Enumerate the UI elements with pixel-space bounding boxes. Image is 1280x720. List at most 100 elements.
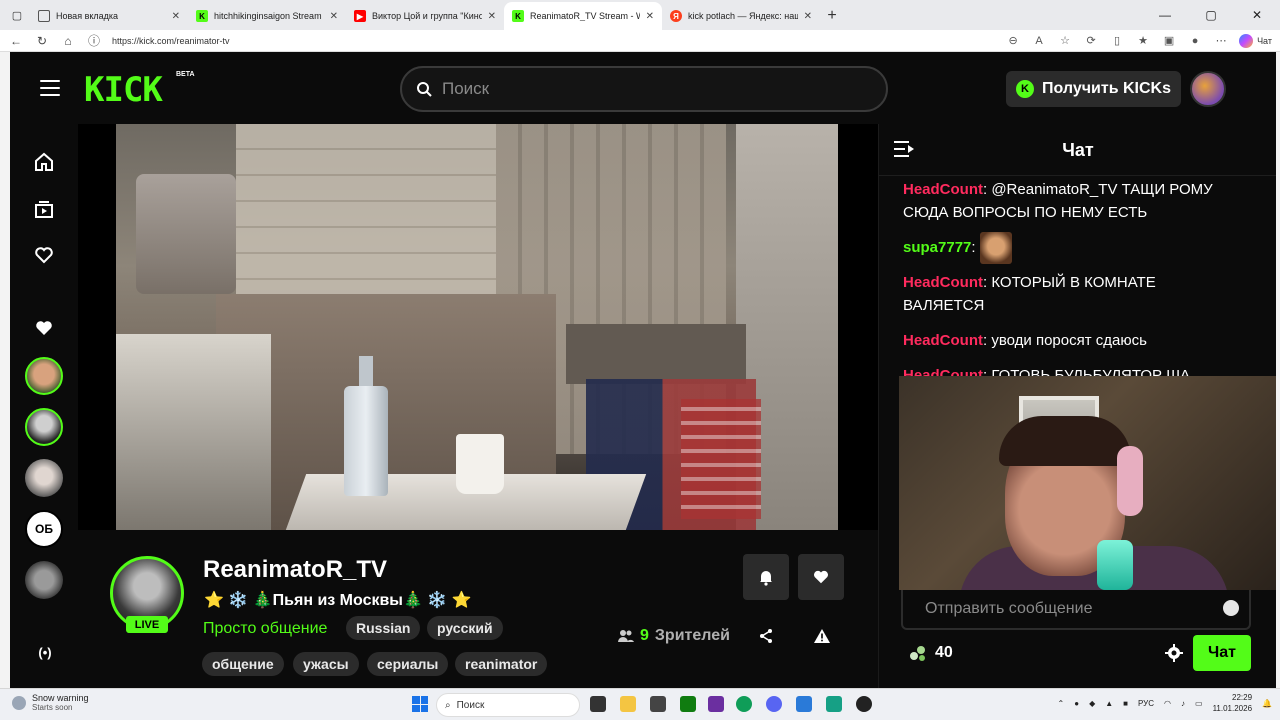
- taskbar-search-label: Поиск: [456, 699, 485, 711]
- back-icon[interactable]: ←: [8, 34, 24, 48]
- get-kicks-label: Получить KICKs: [1042, 80, 1171, 97]
- split-screen-icon[interactable]: ▯: [1109, 34, 1125, 47]
- zoom-icon[interactable]: ⊖: [1005, 34, 1021, 47]
- close-icon[interactable]: ✕: [172, 11, 180, 22]
- copilot-button[interactable]: Чат: [1239, 33, 1272, 48]
- search-input[interactable]: [442, 79, 842, 99]
- close-icon[interactable]: ✕: [804, 11, 812, 22]
- stream-video[interactable]: [116, 124, 838, 530]
- home-icon[interactable]: ⌂: [60, 34, 76, 48]
- home-icon[interactable]: [34, 152, 54, 172]
- favorite-icon[interactable]: ☆: [1057, 34, 1073, 47]
- url-field[interactable]: https://kick.com/reanimator-tv: [112, 36, 995, 46]
- notifications-icon[interactable]: 🔔: [1262, 699, 1272, 708]
- profile-icon[interactable]: ●: [1187, 35, 1203, 47]
- menu-icon[interactable]: [40, 80, 60, 96]
- send-chat-button[interactable]: Чат: [1193, 635, 1251, 671]
- battery-icon[interactable]: ▭: [1195, 699, 1203, 708]
- read-aloud-icon[interactable]: A: [1031, 35, 1047, 47]
- video-scene: [344, 386, 388, 496]
- tag-chip[interactable]: общение: [202, 652, 284, 676]
- store-icon[interactable]: [650, 696, 666, 712]
- following-icon[interactable]: [34, 245, 54, 265]
- browser-tab-4[interactable]: K ReanimatoR_TV Stream - Watch L ✕: [504, 2, 662, 30]
- report-icon[interactable]: [812, 626, 832, 646]
- language-indicator[interactable]: РУС: [1138, 699, 1154, 708]
- app-icon[interactable]: [796, 696, 812, 712]
- follow-button[interactable]: [798, 554, 844, 600]
- favorites-icon[interactable]: ★: [1135, 34, 1151, 47]
- tray-app-icon[interactable]: ■: [1123, 699, 1128, 708]
- video-player[interactable]: [78, 124, 878, 530]
- chat-panel: Чат HeadCount: @ReanimatoR_TV ТАЩИ РОМУ …: [878, 124, 1276, 688]
- channel-points[interactable]: 40: [909, 644, 953, 662]
- chat-username[interactable]: supa7777: [903, 239, 971, 256]
- followed-channel-avatar[interactable]: [25, 408, 63, 446]
- notifications-button[interactable]: [743, 554, 789, 600]
- browser-tab-2[interactable]: K hitchhikinginsaigon Stream - Wat ✕: [188, 2, 346, 30]
- tag-chip[interactable]: ужасы: [293, 652, 359, 676]
- close-window-button[interactable]: ✕: [1234, 0, 1280, 30]
- live-channels-icon[interactable]: (•): [32, 645, 58, 660]
- share-icon[interactable]: [756, 626, 776, 646]
- browser-tab-bar: Новая вкладка ✕ K hitchhikinginsaigon St…: [0, 0, 1280, 30]
- tag-chip[interactable]: сериалы: [367, 652, 449, 676]
- chat-username[interactable]: HeadCount: [903, 181, 983, 198]
- task-view-icon[interactable]: [590, 696, 606, 712]
- get-kicks-button[interactable]: K Получить KICKs: [1006, 71, 1181, 107]
- chat-input-box[interactable]: [901, 590, 1251, 630]
- clock-date: 11.01.2026: [1212, 704, 1253, 713]
- kick-logo[interactable]: KICK: [84, 70, 163, 110]
- xbox-icon[interactable]: [680, 696, 696, 712]
- tab-actions-icon[interactable]: ▢: [8, 6, 26, 24]
- extensions-icon[interactable]: ⟳: [1083, 34, 1099, 47]
- reload-icon[interactable]: ↻: [34, 34, 50, 48]
- taskbar-search[interactable]: ⌕ Поиск: [436, 693, 580, 717]
- clock[interactable]: 22:29 11.01.2026: [1213, 692, 1252, 714]
- gear-icon[interactable]: [1165, 644, 1183, 662]
- wifi-icon[interactable]: ◠: [1164, 699, 1171, 708]
- top-navigation: KICK BETA K Получить KICKs: [10, 52, 1276, 124]
- browser-tab-1[interactable]: Новая вкладка ✕: [30, 2, 188, 30]
- collections-icon[interactable]: ▣: [1161, 34, 1177, 47]
- browser-tab-5[interactable]: Я kick potlach — Яндекс: нашлось ✕: [662, 2, 820, 30]
- chat-username[interactable]: HeadCount: [903, 332, 983, 349]
- volume-icon[interactable]: ♪: [1181, 699, 1185, 708]
- close-icon[interactable]: ✕: [646, 11, 654, 22]
- search-box[interactable]: [400, 66, 888, 112]
- site-info-icon[interactable]: ⓘ: [86, 32, 102, 49]
- close-icon[interactable]: ✕: [330, 11, 338, 22]
- tag-chip[interactable]: русский: [427, 616, 503, 640]
- weather-widget[interactable]: Snow warning Starts soon: [12, 693, 89, 712]
- category-link[interactable]: Просто общение: [203, 620, 327, 638]
- tray-app-icon[interactable]: ●: [1074, 699, 1079, 708]
- file-explorer-icon[interactable]: [620, 696, 636, 712]
- chat-input[interactable]: [925, 600, 1215, 618]
- user-avatar[interactable]: [1190, 71, 1226, 107]
- maximize-button[interactable]: ▢: [1188, 0, 1234, 30]
- chevron-up-icon[interactable]: ⌃: [1058, 699, 1065, 708]
- app-icon[interactable]: [708, 696, 724, 712]
- followed-channel-avatar[interactable]: [25, 459, 63, 497]
- app-icon[interactable]: [826, 696, 842, 712]
- tag-chip[interactable]: Russian: [346, 616, 421, 640]
- more-icon[interactable]: ⋯: [1213, 34, 1229, 47]
- start-icon[interactable]: [412, 696, 428, 712]
- app-icon[interactable]: [856, 696, 872, 712]
- edge-icon[interactable]: [736, 696, 752, 712]
- discord-icon[interactable]: [766, 696, 782, 712]
- new-tab-button[interactable]: +: [820, 2, 844, 30]
- browser-tab-3[interactable]: ▶ Виктор Цой и группа "Кино" - K ✕: [346, 2, 504, 30]
- channel-name[interactable]: ReanimatoR_TV: [203, 556, 387, 584]
- followed-channel-avatar[interactable]: ОБ: [25, 510, 63, 548]
- followed-channel-avatar[interactable]: [25, 561, 63, 599]
- tag-chip[interactable]: reanimator: [455, 652, 548, 676]
- emoji-icon[interactable]: [1223, 600, 1239, 616]
- followed-channel-avatar[interactable]: [25, 357, 63, 395]
- minimize-button[interactable]: —: [1142, 0, 1188, 30]
- close-icon[interactable]: ✕: [488, 11, 496, 22]
- tray-app-icon[interactable]: ▲: [1105, 699, 1113, 708]
- browse-icon[interactable]: [34, 199, 54, 219]
- tray-app-icon[interactable]: ◆: [1089, 699, 1095, 708]
- chat-username[interactable]: HeadCount: [903, 274, 983, 291]
